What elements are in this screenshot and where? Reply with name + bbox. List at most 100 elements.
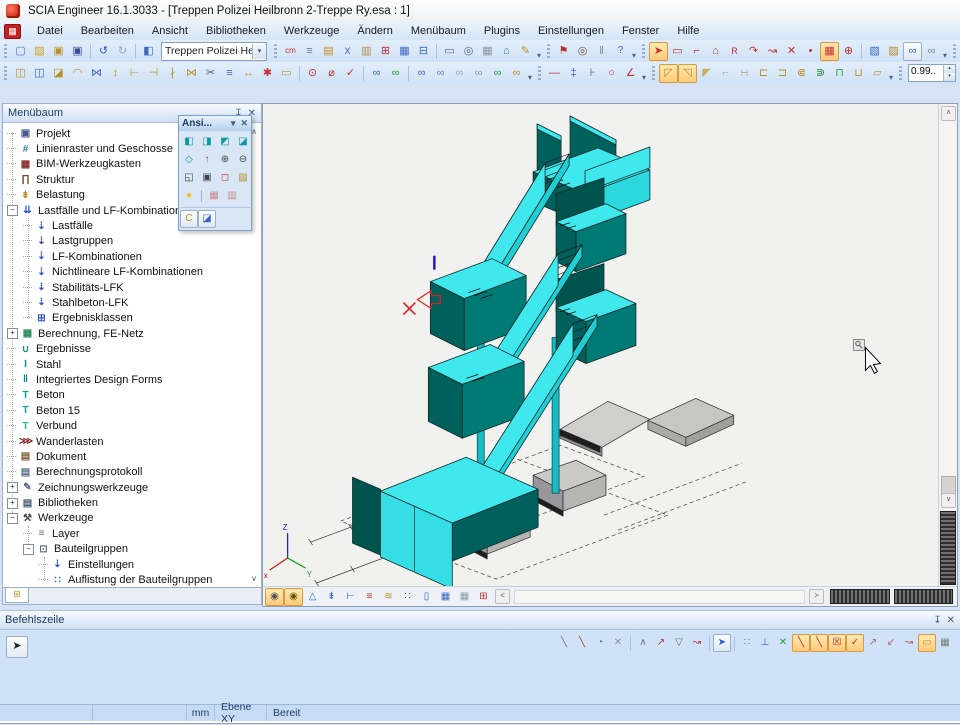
trim-icon[interactable]: ⊢ [125,64,144,83]
status-units[interactable]: mm [187,705,215,721]
menubaum-tab[interactable]: ⊞ [5,588,29,603]
pin-icon[interactable]: ↧ [933,615,941,626]
print-preview-icon[interactable]: ◎ [459,42,478,61]
snap-off-icon[interactable]: ✕ [774,634,792,652]
find-object-icon[interactable]: ◎ [573,42,592,61]
visibility-named-icon[interactable]: ∞ [488,64,507,83]
tree-item-layer[interactable]: Layer [52,528,80,540]
beam-tool-7-icon[interactable]: ⊐ [773,64,792,83]
save-project-icon[interactable]: ▣ [49,42,68,61]
document-edit-icon[interactable]: ✎ [516,42,535,61]
extend-icon[interactable]: ⊣ [144,64,163,83]
tree-item-werkzeuge[interactable]: Werkzeuge [38,512,93,524]
show-docs-icon[interactable]: ▯ [417,588,436,606]
tree-item-zeichnungswerkzeuge[interactable]: Zeichnungswerkzeuge [38,482,148,494]
light-icon[interactable]: ● [180,187,198,205]
toolbar-grip[interactable] [899,66,902,81]
tree-expander-icon[interactable]: − [7,205,18,216]
workspace-panel-icon[interactable]: ◧ [139,42,158,61]
tree-item-stahlbeton-lfk[interactable]: Stahlbeton-LFK [52,297,128,309]
toolbar-grip[interactable] [4,44,7,59]
tree-expander-icon[interactable]: + [7,482,18,493]
hide-line-icon[interactable]: — [545,64,564,83]
beam-tool-2-icon[interactable]: ◹ [678,64,697,83]
walk-through-icon[interactable]: ↑ [198,151,216,169]
calculator-icon[interactable]: ▦ [478,42,497,61]
menu-item-men-baum[interactable]: Menübaum [402,23,475,39]
show-names-icon[interactable]: ≋ [379,588,398,606]
tree-expander-icon[interactable]: − [7,513,18,524]
toolbar-overflow-icon[interactable]: ▾ [632,51,636,62]
view-front-icon[interactable]: ◧ [180,133,198,151]
save-all-icon[interactable]: ▣ [68,42,87,61]
multicopy-icon[interactable]: ◪ [49,64,68,83]
snap-midpoint-icon[interactable]: ╲ [810,634,828,652]
model-canvas[interactable]: Z x Y [263,104,939,587]
spinner-up-icon[interactable]: ▴ [944,65,955,73]
fe-grid-icon[interactable]: ⊞ [474,588,493,606]
snap-orthogonal-icon[interactable]: ✓ [846,634,864,652]
view-toolbar-titlebar[interactable]: Ansi... ▾ ✕ [179,116,251,131]
toolbar-grip[interactable] [953,44,956,59]
visibility-selection-icon[interactable]: ∞ [431,64,450,83]
ribbon-icon[interactable]: ⚑ [554,42,573,61]
results-window-icon[interactable]: ▦ [436,588,455,606]
tree-item-berechnung-fe-netz[interactable]: Berechnung, FE-Netz [38,328,144,340]
deselect-icon[interactable]: ✕ [782,42,801,61]
tree-item-wanderlasten[interactable]: Wanderlasten [36,436,103,448]
show-labels-icon[interactable]: ≡ [360,588,379,606]
project-data-icon[interactable]: ▤ [319,42,338,61]
xml-io-icon[interactable]: X [338,42,357,61]
vertical-scrollbar[interactable]: ∧ ∨ [938,104,957,587]
tree-item-stahl[interactable]: Stahl [36,359,61,371]
project-combobox[interactable]: Treppen Polizei Heil▾ [161,42,267,61]
zoom-all-icon[interactable]: ▣ [198,169,216,187]
beam-tool-9-icon[interactable]: ⋑ [811,64,830,83]
tree-item-beton-15[interactable]: Beton 15 [36,405,80,417]
polyline-icon[interactable]: ∧ [634,634,652,652]
toolbar-overflow-icon[interactable]: ▾ [889,73,893,84]
view-axo-icon[interactable]: ◪ [234,133,252,151]
snap-node-icon[interactable]: ↙ [882,634,900,652]
tree-item-bim-werkzeugkasten[interactable]: BIM-Werkzeugkasten [36,158,141,170]
layers-icon[interactable]: ≡ [300,42,319,61]
beam-tool-8-icon[interactable]: ⋐ [792,64,811,83]
activity-on-icon[interactable]: ∞ [903,42,922,61]
view-params-icon[interactable]: ◉ [265,588,284,606]
scroll-up-icon[interactable]: ∧ [251,127,257,136]
toolbar-overflow-icon[interactable]: ▾ [528,73,532,84]
view-side-icon[interactable]: ◨ [198,133,216,151]
scroll-down-icon[interactable]: ∨ [941,493,956,508]
menu-item-datei[interactable]: Datei [28,23,72,39]
rotate-bar-1[interactable] [830,589,890,604]
zoom-out-icon[interactable]: ⊖ [234,151,252,169]
supports-display-icon[interactable]: ⊦ [583,64,602,83]
clip-plane-icon[interactable]: ▥ [223,187,241,205]
angle-display-icon[interactable]: ∠ [621,64,640,83]
beam-tool-4-icon[interactable]: ⌐ [716,64,735,83]
break-icon[interactable]: ∤ [163,64,182,83]
toolbar-overflow-icon[interactable]: ▾ [642,73,646,84]
chevron-down-icon[interactable]: ▾ [252,44,266,59]
measure-icon[interactable]: ‖ [592,42,611,61]
select-by-storey-icon[interactable]: ⌂ [706,42,725,61]
gallery-icon[interactable]: ⌂ [497,42,516,61]
snap-calculator-icon[interactable]: ▦ [936,634,954,652]
tree-item-belastung[interactable]: Belastung [36,189,85,201]
wireframe-render-icon[interactable]: C [180,210,198,228]
snap-intersection-icon[interactable]: ☒ [828,634,846,652]
toolbar-grip[interactable] [4,66,7,81]
select-single-icon[interactable]: R [725,42,744,61]
tree-item-lastf-lle-und-lf-kombinationen[interactable]: Lastfälle und LF-Kombinationen [38,205,193,217]
tree-item-bibliotheken[interactable]: Bibliotheken [38,497,98,509]
clipboard-icon[interactable]: ▥ [357,42,376,61]
tree-item-projekt[interactable]: Projekt [36,128,70,140]
show-axes-icon[interactable]: △ [303,588,322,606]
staircase-model[interactable]: Z x Y [263,104,939,587]
snap-ruler-icon[interactable]: ▭ [918,634,936,652]
activity-export-icon[interactable]: ▨ [884,42,903,61]
stretch-icon[interactable]: ↔ [239,64,258,83]
scia-app-icon[interactable]: ▦ [4,24,21,39]
toolbar-grip[interactable] [642,44,645,59]
tree-item-einstellungen[interactable]: Einstellungen [68,559,134,571]
